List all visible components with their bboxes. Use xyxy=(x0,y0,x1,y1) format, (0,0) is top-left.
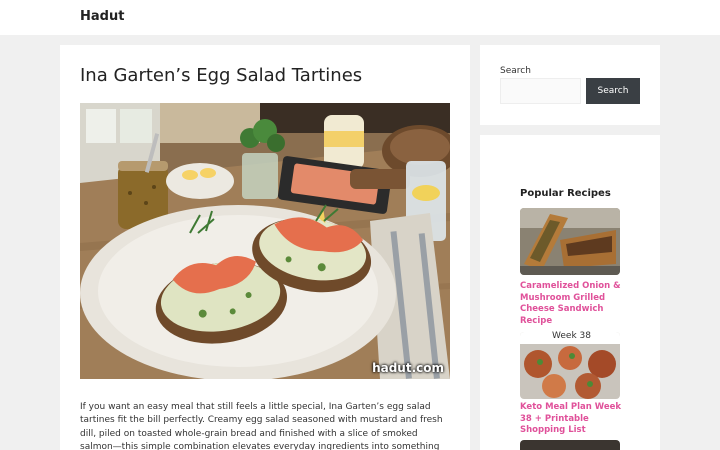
widget-title: Popular Recipes xyxy=(520,188,611,199)
egg-salad-tartine-photo xyxy=(80,103,450,379)
search-button[interactable]: Search xyxy=(586,78,640,104)
post-body-text: If you want an easy meal that still feel… xyxy=(80,402,443,450)
keto-meal-plan-photo xyxy=(520,332,620,399)
recipe-thumbnail-1[interactable] xyxy=(520,208,620,275)
site-header: Hadut xyxy=(0,0,720,35)
recipe-thumb-label: Week 38 xyxy=(550,331,593,341)
post-article: Ina Garten’s Egg Salad Tartines hadut.co… xyxy=(60,45,470,450)
recipe-thumbnail-3[interactable] xyxy=(520,440,620,450)
hero-image: hadut.com xyxy=(80,103,450,379)
recipe-link-1[interactable]: Caramelized Onion & Mushroom Grilled Che… xyxy=(520,281,624,327)
search-input[interactable] xyxy=(500,78,581,104)
search-widget: Search Search xyxy=(480,45,660,125)
recipe-thumbnail-2[interactable] xyxy=(520,332,620,399)
recipe-link-2[interactable]: Keto Meal Plan Week 38 + Printable Shopp… xyxy=(520,402,624,437)
search-label: Search xyxy=(500,66,531,76)
post-title: Ina Garten’s Egg Salad Tartines xyxy=(80,65,363,86)
popular-recipes-widget: Popular Recipes Caramelized Onion & Mush… xyxy=(480,135,660,450)
grilled-cheese-photo xyxy=(520,208,620,275)
image-watermark: hadut.com xyxy=(372,361,444,375)
site-title-link[interactable]: Hadut xyxy=(80,9,124,24)
